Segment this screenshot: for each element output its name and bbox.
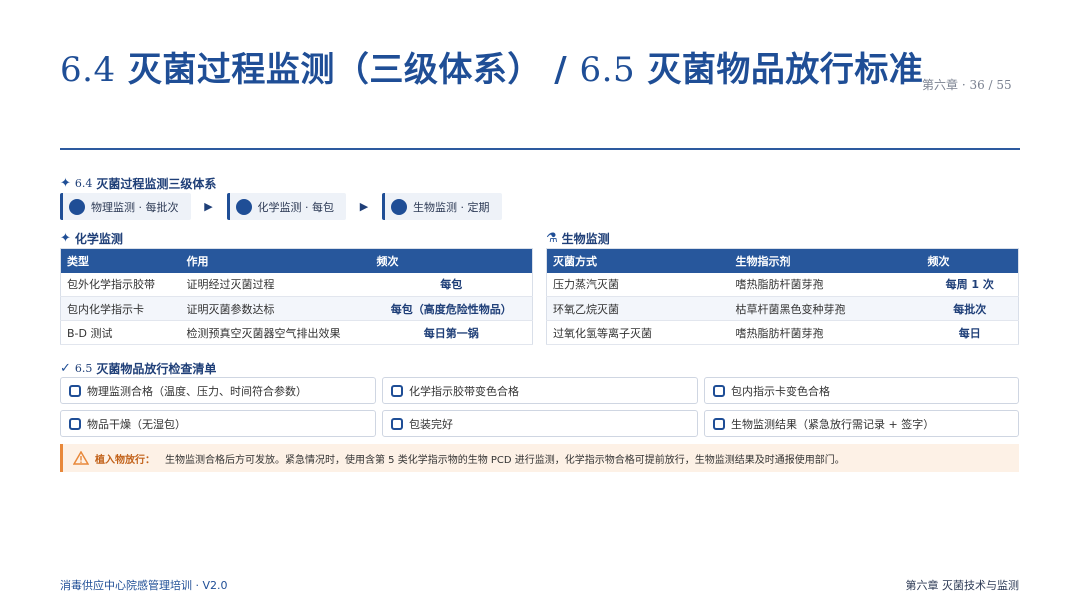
circle-icon: [391, 198, 407, 215]
arrow-right-icon: ▶: [204, 200, 213, 213]
warning-icon: [73, 451, 89, 465]
checklist-item[interactable]: 物品干燥（无湿包）: [60, 410, 376, 437]
flow-step-physical: 物理监测 · 每批次: [60, 193, 191, 220]
footer-left: 消毒供应中心院感管理培训 · V2.0: [60, 579, 228, 592]
title-divider: [60, 148, 1020, 150]
checkbox-icon[interactable]: [391, 417, 403, 430]
circle-icon: [235, 198, 252, 215]
table-header-row: 类型 作用 频次: [60, 248, 533, 273]
checkbox-icon[interactable]: [69, 417, 81, 430]
flask-icon: ⚗: [546, 231, 558, 246]
table-row: B-D 测试 检测预真空灭菌器空气排出效果 每日第一锅: [60, 320, 533, 345]
checklist-item[interactable]: 生物监测结果（紧急放行需记录 + 签字）: [704, 410, 1019, 437]
implant-release-note: 植入物放行： 生物监测合格后方可发放。紧急情况时，使用含第 5 类化学指示物的生…: [60, 444, 1019, 472]
page-title: 6.4 灭菌过程监测（三级体系） / 6.5 灭菌物品放行标准: [60, 50, 924, 90]
flow-step-biological: 生物监测 · 定期: [382, 193, 502, 220]
table-row: 压力蒸汽灭菌 嗜热脂肪杆菌芽孢 每周 1 次: [546, 272, 1019, 297]
monitoring-flow: 物理监测 · 每批次 ▶ 化学监测 · 每包 ▶ 生物监测 · 定期: [60, 193, 502, 220]
table-row: 过氧化氢等离子灭菌 嗜热脂肪杆菌芽孢 每日: [546, 320, 1019, 345]
flow-step-chemical: 化学监测 · 每包: [226, 193, 346, 220]
checkmark-icon: ✓: [60, 361, 71, 376]
footer-right: 第六章 灭菌技术与监测: [905, 579, 1020, 592]
table-row: 包内化学指示卡 证明灭菌参数达标 每包（高度危险性物品）: [60, 296, 533, 321]
chem-heading: ✦ 化学监测: [60, 231, 123, 246]
checkbox-icon[interactable]: [713, 417, 725, 430]
table-row: 包外化学指示胶带 证明经过灭菌过程 每包: [60, 272, 533, 297]
section-6-4-heading: ✦ 6.4 灭菌过程监测三级体系: [60, 176, 217, 191]
chem-table: 类型 作用 频次 包外化学指示胶带 证明经过灭菌过程 每包 包内化学指示卡 证明…: [60, 248, 533, 345]
checklist-item[interactable]: 包装完好: [382, 410, 698, 437]
bio-table: 灭菌方式 生物指示剂 频次 压力蒸汽灭菌 嗜热脂肪杆菌芽孢 每周 1 次 环氧乙…: [546, 248, 1019, 345]
checkbox-icon[interactable]: [713, 384, 725, 397]
table-row: 环氧乙烷灭菌 枯草杆菌黑色变种芽孢 每批次: [546, 296, 1019, 321]
sparkle-icon: ✦: [60, 231, 71, 246]
checklist-item[interactable]: 包内指示卡变色合格: [704, 377, 1019, 404]
circle-icon: [69, 198, 85, 215]
arrow-right-icon: ▶: [359, 200, 369, 213]
checklist-item[interactable]: 物理监测合格（温度、压力、时间符合参数）: [60, 377, 376, 404]
checkbox-icon[interactable]: [69, 384, 81, 397]
section-6-5-heading: ✓ 6.5 灭菌物品放行检查清单: [60, 361, 217, 376]
page-number: 第六章 · 36 / 55: [922, 78, 1012, 92]
checklist-item[interactable]: 化学指示胶带变色合格: [382, 377, 698, 404]
bio-heading: ⚗ 生物监测: [546, 231, 610, 246]
sparkle-icon: ✦: [60, 176, 71, 191]
checkbox-icon[interactable]: [391, 384, 403, 397]
table-header-row: 灭菌方式 生物指示剂 频次: [546, 248, 1019, 273]
